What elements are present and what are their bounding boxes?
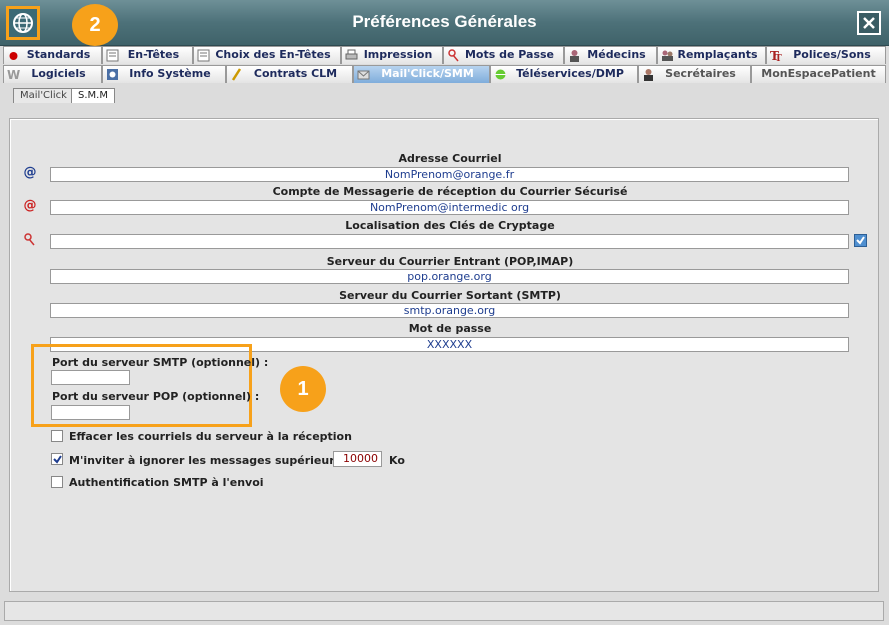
ignore-large-checkbox[interactable] — [51, 453, 63, 465]
check-icon — [856, 236, 865, 245]
secure-at-icon: @ — [23, 198, 37, 213]
tab-mots-de-passe[interactable]: Mots de Passe — [443, 46, 564, 64]
status-bar — [4, 601, 884, 621]
svg-text:W: W — [7, 68, 20, 81]
keys-location-label: Localisation des Clés de Cryptage — [345, 219, 555, 232]
pencil-icon — [230, 68, 243, 81]
delete-mails-label: Effacer les courriels du serveur à la ré… — [69, 430, 352, 443]
tab-choix-en-tetes[interactable]: Choix des En-Têtes — [193, 46, 341, 64]
tab-contrats-clm[interactable]: Contrats CLM — [226, 65, 353, 83]
smtp-port-label: Port du serveur SMTP (optionnel) : — [52, 356, 269, 369]
printer-icon — [345, 49, 358, 62]
key-icon — [447, 49, 460, 62]
tab-polices-sons[interactable]: TT Polices/Sons — [766, 46, 886, 64]
tab-mon-espace-patient[interactable]: MonEspacePatient — [751, 65, 886, 83]
outgoing-server-label: Serveur du Courrier Sortant (SMTP) — [339, 289, 561, 302]
delete-mails-checkbox[interactable] — [51, 430, 63, 442]
tab-mail-click-smm[interactable]: Mail'Click/SMM — [353, 65, 490, 83]
tab-info-systeme[interactable]: Info Système — [102, 65, 226, 83]
tab-remplacants[interactable]: Remplaçants — [657, 46, 766, 64]
header-doc-icon — [106, 49, 119, 62]
subtab-smm[interactable]: S.M.M — [71, 88, 115, 103]
tab-en-tetes[interactable]: En-Têtes — [102, 46, 193, 64]
window-title: Préférences Générales — [352, 12, 537, 31]
mail-icon — [357, 68, 370, 81]
pop-port-label: Port du serveur POP (optionnel) : — [52, 390, 260, 403]
tab-logiciels[interactable]: W Logiciels — [3, 65, 102, 83]
tab-secretaires[interactable]: Secrétaires — [638, 65, 751, 83]
secretary-icon — [642, 68, 655, 81]
doctor-icon — [568, 49, 581, 62]
email-field[interactable]: NomPrenom@orange.fr — [50, 167, 849, 182]
smtp-auth-label: Authentification SMTP à l'envoi — [69, 476, 264, 489]
secure-account-label: Compte de Messagerie de réception du Cou… — [272, 185, 628, 198]
system-icon — [106, 68, 119, 81]
tab-medecins[interactable]: Médecins — [564, 46, 657, 64]
red-dot-icon — [7, 49, 20, 62]
secure-account-field[interactable]: NomPrenom@intermedic org — [50, 200, 849, 215]
svg-text:T: T — [775, 54, 782, 62]
replacement-icon — [661, 49, 674, 62]
pop-port-field[interactable] — [51, 405, 130, 420]
ignore-large-label: M'inviter à ignorer les messages supérie… — [69, 454, 361, 467]
w-icon: W — [7, 68, 20, 82]
app-globe-icon[interactable] — [6, 6, 40, 40]
keys-checkbox[interactable] — [854, 234, 867, 247]
close-icon — [863, 17, 875, 29]
tab-impression[interactable]: Impression — [341, 46, 443, 64]
tab-row-1: Standards En-Têtes Choix des En-Têtes Im… — [3, 46, 886, 64]
ignore-size-field[interactable]: 10000 — [333, 451, 382, 467]
tab-row-2: W Logiciels Info Système Contrats CLM Ma… — [3, 65, 886, 83]
smtp-port-field[interactable] — [51, 370, 130, 385]
font-icon: TT — [770, 49, 783, 64]
callout-2: 2 — [72, 4, 118, 46]
check-icon — [53, 455, 62, 464]
key-icon — [22, 233, 38, 247]
header-choice-icon — [197, 49, 210, 62]
outgoing-server-field[interactable]: smtp.orange.org — [50, 303, 849, 318]
size-unit: Ko — [389, 454, 405, 467]
subtab-mail-click[interactable]: Mail'Click — [13, 88, 74, 103]
incoming-server-field[interactable]: pop.orange.org — [50, 269, 849, 284]
title-bar: Préférences Générales — [0, 0, 889, 46]
tab-teleservices-dmp[interactable]: Téléservices/DMP — [490, 65, 638, 83]
tab-standards[interactable]: Standards — [3, 46, 102, 64]
smtp-auth-checkbox[interactable] — [51, 476, 63, 488]
at-icon: @ — [23, 165, 37, 180]
email-label: Adresse Courriel — [398, 152, 502, 165]
incoming-server-label: Serveur du Courrier Entrant (POP,IMAP) — [326, 255, 574, 268]
password-label: Mot de passe — [408, 322, 492, 335]
callout-1: 1 — [280, 366, 326, 412]
close-button[interactable] — [857, 11, 881, 35]
keys-location-field[interactable] — [50, 234, 849, 249]
globe-icon — [494, 68, 507, 81]
